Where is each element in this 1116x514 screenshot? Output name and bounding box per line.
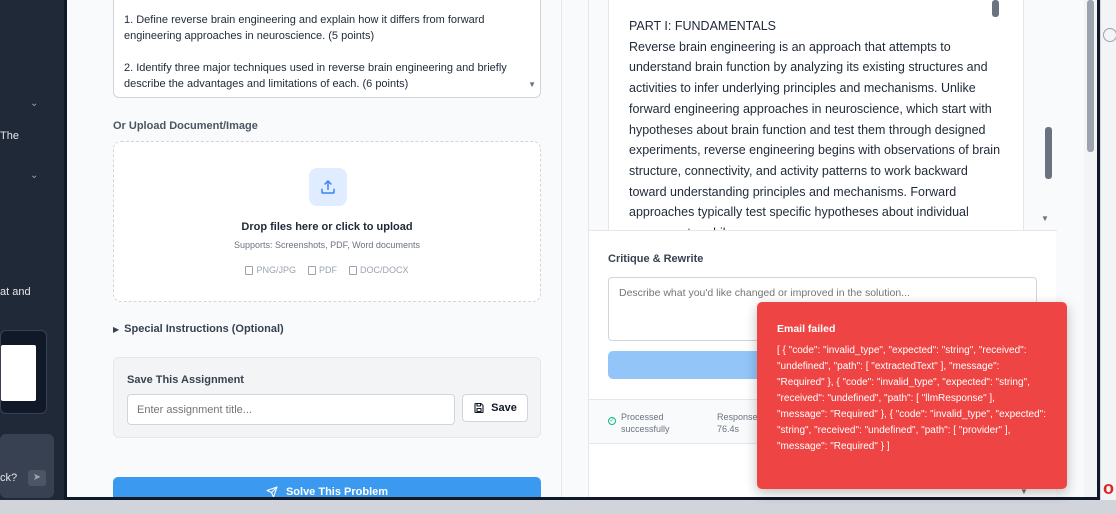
modal-scrollbar-thumb[interactable] <box>1087 0 1094 152</box>
solve-problem-button[interactable]: Solve This Problem <box>113 477 541 497</box>
problem-text-area[interactable]: 1. Define reverse brain engineering and … <box>113 0 541 98</box>
input-panel: 1. Define reverse brain engineering and … <box>67 0 561 497</box>
send-icon[interactable]: ➤ <box>28 470 46 486</box>
check-circle-icon: ✓ <box>608 417 616 425</box>
caret-right-icon: ▶ <box>113 325 120 334</box>
chevron-down-icon[interactable]: ⌄ <box>30 170 38 181</box>
taskbar-strip <box>0 500 1116 514</box>
scroll-down-arrow-icon[interactable]: ▼ <box>528 77 536 93</box>
save-assignment-card: Save This Assignment Save <box>113 357 541 438</box>
save-button[interactable]: Save <box>462 394 528 422</box>
solution-content: PART I: FUNDAMENTALS Reverse brain engin… <box>608 0 1024 230</box>
assignment-title-input[interactable] <box>127 394 455 425</box>
upload-icon <box>309 168 347 206</box>
file-dropzone[interactable]: Drop files here or click to upload Suppo… <box>113 141 541 302</box>
response-time: Response t 76.4s <box>717 412 763 434</box>
chevron-down-icon[interactable]: ⌄ <box>30 98 38 109</box>
file-type-list: PNG/JPG PDF DOC/DOCX <box>114 265 540 275</box>
background-circle-icon <box>1103 28 1116 42</box>
save-assignment-title: Save This Assignment <box>127 374 244 386</box>
background-text: ck? <box>0 472 18 484</box>
dropzone-title: Drop files here or click to upload <box>241 221 413 233</box>
background-thumbnail-card[interactable] <box>0 330 47 414</box>
solution-scroll-area[interactable]: PART I: FUNDAMENTALS Reverse brain engin… <box>589 0 1057 231</box>
problem-question-1: 1. Define reverse brain engineering and … <box>124 14 485 42</box>
modal-scrollbar[interactable] <box>1084 0 1097 497</box>
panel-scrollbar-thumb[interactable] <box>1045 127 1052 179</box>
solution-heading: PART I: FUNDAMENTALS <box>629 19 777 33</box>
critique-label: Critique & Rewrite <box>608 253 704 265</box>
processed-status: Processed successfully <box>621 412 670 434</box>
upload-label: Or Upload Document/Image <box>113 120 258 132</box>
file-type-doc: DOC/DOCX <box>349 265 409 275</box>
problem-question-2: 2. Identify three major techniques used … <box>124 62 507 90</box>
save-icon <box>474 402 484 414</box>
doc-file-icon <box>349 265 357 275</box>
background-chat-input[interactable]: ck? <box>0 434 54 498</box>
toast-title: Email failed <box>777 323 836 335</box>
panel-divider <box>561 0 562 497</box>
error-toast[interactable]: Email failed [ { "code": "invalid_type",… <box>757 302 1067 489</box>
scroll-down-arrow-icon[interactable]: ▼ <box>1041 214 1049 223</box>
image-file-icon <box>245 265 254 275</box>
pdf-file-icon <box>308 265 316 275</box>
background-fragment: o <box>1103 478 1114 498</box>
background-text: at and <box>0 286 31 298</box>
toast-message: [ { "code": "invalid_type", "expected": … <box>777 345 1046 452</box>
background-text: The <box>0 130 19 142</box>
background-app-sidebar: ⌄ The ⌄ at and ck? ➤ <box>0 0 64 514</box>
thumbnail-image <box>1 345 36 401</box>
dropzone-subtitle: Supports: Screenshots, PDF, Word documen… <box>234 240 420 250</box>
send-icon <box>266 486 278 497</box>
solution-scrollbar-thumb[interactable] <box>992 0 999 17</box>
file-type-image: PNG/JPG <box>245 265 296 275</box>
file-type-pdf: PDF <box>308 265 337 275</box>
solution-text: Reverse brain engineering is an approach… <box>629 39 1001 230</box>
special-instructions-toggle[interactable]: ▶ Special Instructions (Optional) <box>113 323 284 335</box>
background-app-right-edge: o <box>1100 0 1116 514</box>
